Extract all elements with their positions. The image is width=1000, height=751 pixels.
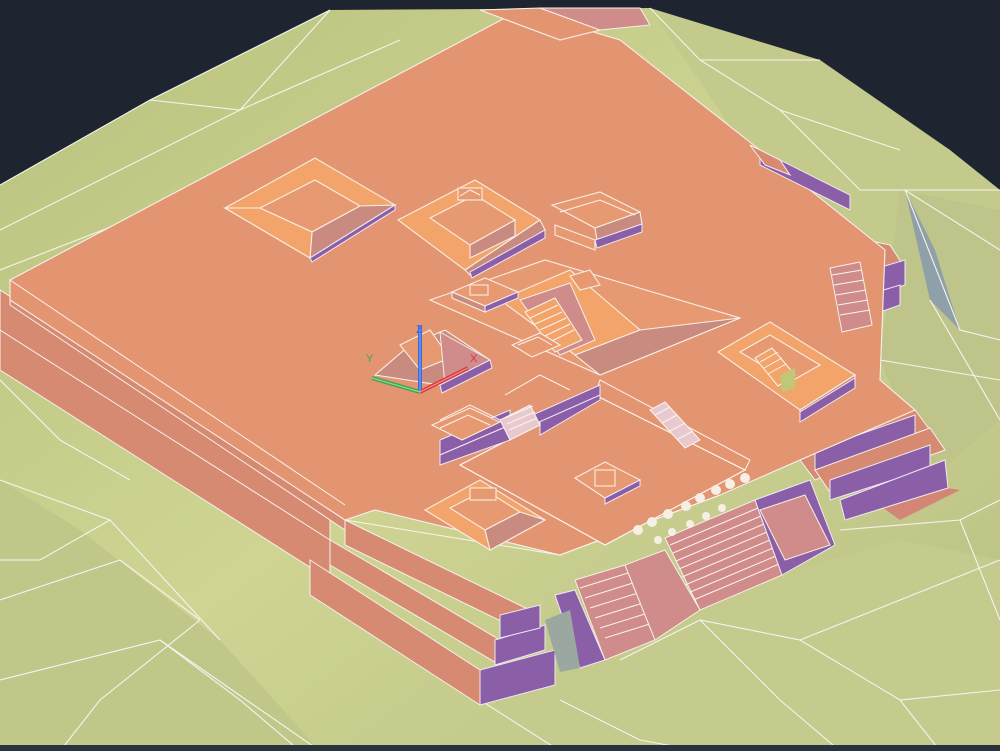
ucs-y-label: Y [366, 353, 374, 365]
cad-3d-viewport[interactable]: Z Y X [0, 0, 1000, 751]
viewport-bottom-edge [0, 745, 1000, 751]
ucs-x-label: X [470, 353, 478, 365]
ucs-z-label: Z [416, 324, 423, 336]
